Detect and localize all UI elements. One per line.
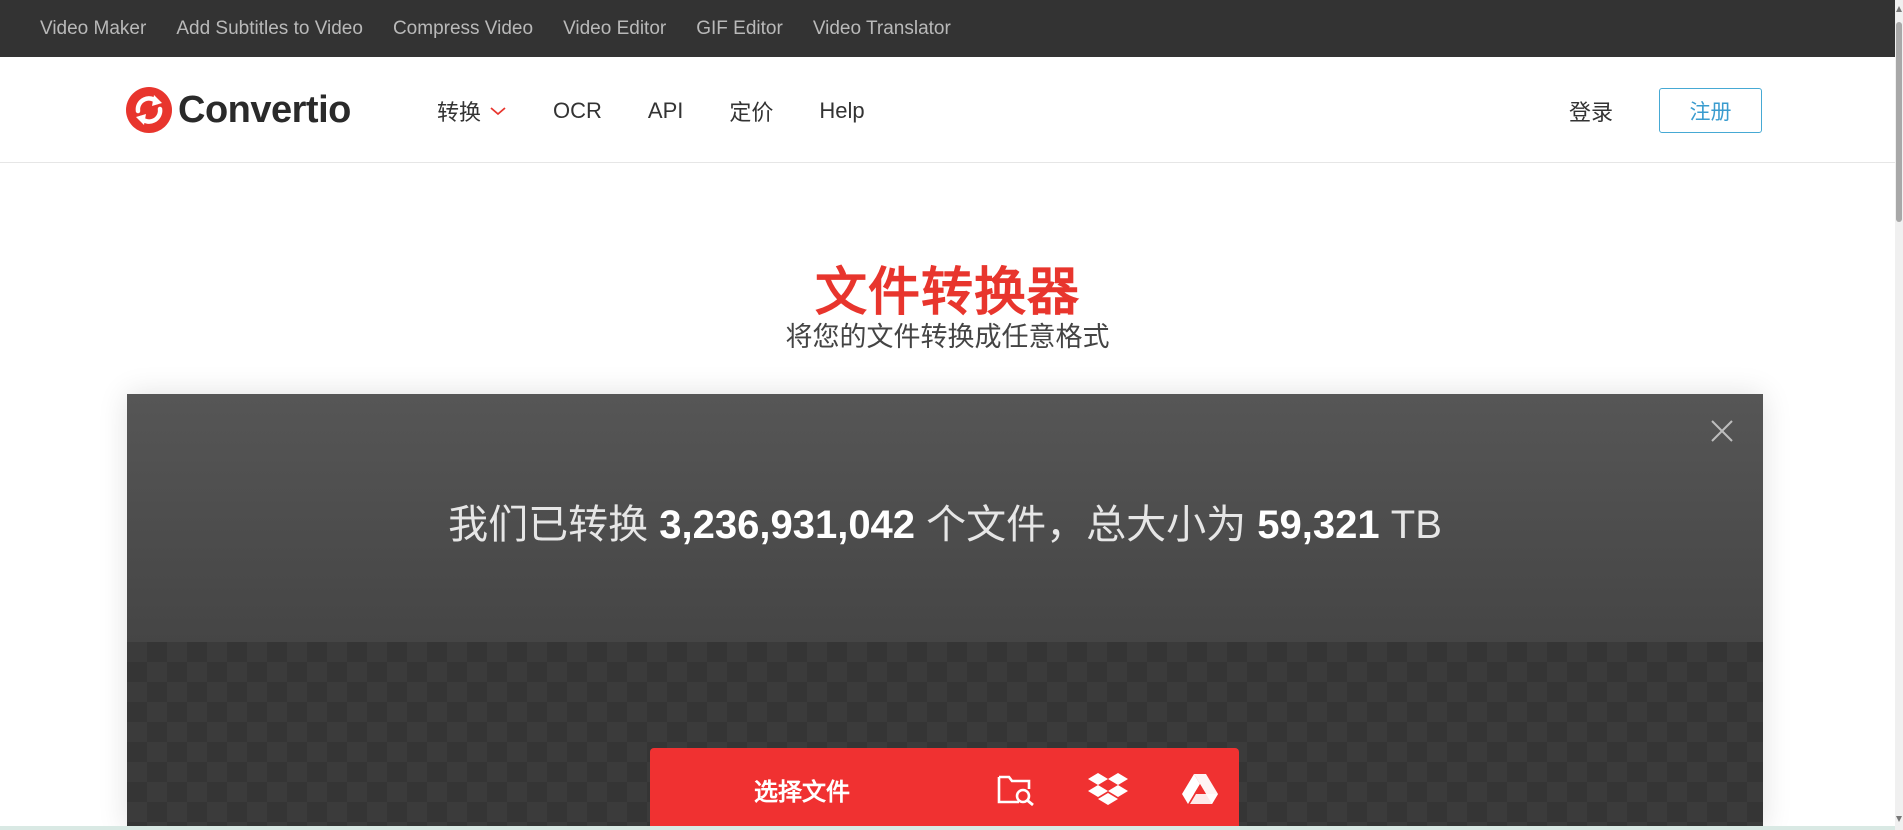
top-link-video-editor[interactable]: Video Editor [563,18,666,40]
nav-pricing[interactable]: 定价 [729,95,773,127]
stats-text: 我们已转换 3,236,931,042 个文件，总大小为 59,321 TB [127,492,1763,550]
page: Video Maker Add Subtitles to Video Compr… [0,0,1903,830]
drop-zone[interactable]: 选择文件 [127,642,1763,830]
top-link-video-maker[interactable]: Video Maker [40,18,146,40]
dropbox-icon [1088,773,1128,805]
top-link-video-translator[interactable]: Video Translator [813,18,951,40]
google-drive-icon [1182,774,1218,804]
logo-text: Convertio [178,88,351,131]
stats-files-count: 3,236,931,042 [659,503,916,547]
upload-bar: 选择文件 [650,748,1239,830]
stats-prefix: 我们已转换 [448,503,660,547]
scroll-up-icon[interactable] [1895,4,1903,14]
folder-search-icon [997,775,1034,806]
nav-menu: 转换 OCR API 定价 Help [437,95,911,127]
nav-help[interactable]: Help [819,98,864,124]
browse-files-button[interactable] [996,769,1036,809]
bottom-edge [0,826,1895,830]
signup-button[interactable]: 注册 [1659,88,1762,133]
nav-ocr[interactable]: OCR [553,98,602,124]
page-subtitle: 将您的文件转换成任意格式 [785,322,1110,352]
scroll-down-icon[interactable] [1895,814,1903,824]
vertical-scrollbar[interactable] [1895,0,1903,830]
top-link-compress-video[interactable]: Compress Video [393,18,533,40]
top-links-bar: Video Maker Add Subtitles to Video Compr… [0,0,1895,57]
convertio-logo-icon [126,87,172,133]
scrollbar-thumb[interactable] [1896,22,1902,222]
chevron-down-icon [490,107,506,116]
dropbox-button[interactable] [1088,769,1128,809]
nav-convert-label: 转换 [437,100,482,125]
stats-banner: 我们已转换 3,236,931,042 个文件，总大小为 59,321 TB [127,394,1763,642]
logo[interactable]: Convertio [126,86,351,134]
close-icon[interactable] [1709,418,1735,444]
top-link-gif-editor[interactable]: GIF Editor [696,18,783,40]
nav-convert-dropdown[interactable]: 转换 [437,95,507,127]
page-title: 文件转换器 [814,264,1080,322]
google-drive-button[interactable] [1180,769,1220,809]
stats-middle: 个文件，总大小为 [915,503,1258,547]
stats-unit: TB [1379,503,1442,547]
stats-total-size: 59,321 [1257,503,1380,547]
top-link-add-subtitles[interactable]: Add Subtitles to Video [176,18,363,40]
converter-panel: 我们已转换 3,236,931,042 个文件，总大小为 59,321 TB 选… [127,394,1763,830]
choose-files-button[interactable]: 选择文件 [754,772,944,807]
nav-api[interactable]: API [648,98,683,124]
login-link[interactable]: 登录 [1569,95,1613,127]
main-nav: Convertio 转换 OCR API 定价 Help 登录 注册 [0,57,1895,163]
